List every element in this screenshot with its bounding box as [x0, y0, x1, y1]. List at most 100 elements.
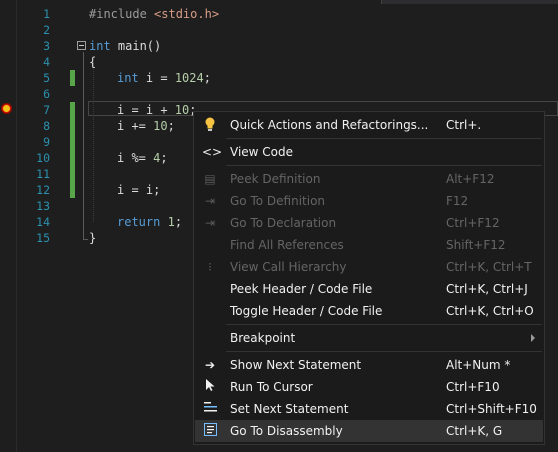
code-text: i %=	[117, 151, 154, 165]
cursor-icon	[202, 379, 218, 395]
menu-item-label: Show Next Statement	[230, 358, 362, 372]
menu-item-shortcut: Ctrl+.	[446, 118, 482, 132]
go-to-definition-icon: ⇥	[204, 194, 216, 208]
menu-item-show-next-statement[interactable]: ➔ Show Next Statement Alt+Num *	[195, 354, 543, 376]
menu-item-breakpoint[interactable]: Breakpoint	[195, 327, 543, 349]
menu-item-shortcut: Ctrl+F12	[446, 216, 500, 230]
menu-item-label: View Call Hierarchy	[230, 260, 347, 274]
line-number: 10	[36, 151, 50, 165]
code-text: ;	[167, 119, 175, 133]
menu-item-run-to-cursor[interactable]: Run To Cursor Ctrl+F10	[195, 376, 543, 398]
code-line-12[interactable]: i = i;	[117, 182, 160, 198]
menu-item-label: Run To Cursor	[230, 380, 313, 394]
line-number: 14	[36, 215, 50, 229]
number-literal: 1024	[174, 71, 204, 85]
code-text: ;	[203, 71, 211, 85]
code-line-1[interactable]: #include <stdio.h>	[89, 6, 219, 22]
include-path: <stdio.h>	[146, 7, 220, 21]
code-line-14[interactable]: return 1;	[117, 214, 182, 230]
menu-item-go-to-definition[interactable]: ⇥ Go To Definition F12	[195, 190, 543, 212]
change-indicator	[70, 70, 75, 86]
menu-item-shortcut: Ctrl+K, Ctrl+O	[446, 304, 534, 318]
editor-tab-fragment[interactable]	[381, 0, 558, 4]
code-text: }	[89, 231, 97, 245]
menu-item-label: Peek Header / Code File	[230, 282, 373, 296]
keyword: return	[117, 215, 161, 229]
menu-item-label: Find All References	[230, 238, 344, 252]
code-line-3[interactable]: int main()	[89, 38, 161, 54]
menu-item-label: Go To Declaration	[230, 216, 337, 230]
code-line-4[interactable]: {	[89, 54, 96, 70]
menu-item-shortcut: Ctrl+Shift+F10	[446, 402, 537, 416]
menu-item-find-all-references[interactable]: Find All References Shift+F12	[195, 234, 543, 256]
line-number: 8	[43, 119, 50, 133]
menu-item-label: Quick Actions and Refactorings...	[230, 118, 429, 132]
menu-item-quick-actions[interactable]: Quick Actions and Refactorings... Ctrl+.	[195, 114, 543, 136]
code-line-8[interactable]: i += 10;	[117, 118, 175, 134]
submenu-arrow-icon	[531, 334, 535, 342]
change-indicator	[70, 102, 75, 198]
breakpoint-icon[interactable]	[1, 103, 12, 114]
line-number: 13	[36, 199, 50, 213]
menu-item-label: Set Next Statement	[230, 402, 349, 416]
menu-item-shortcut: F12	[446, 194, 469, 208]
menu-separator	[226, 165, 542, 166]
menu-item-toggle-header-code-file[interactable]: Toggle Header / Code File Ctrl+K, Ctrl+O	[195, 300, 543, 322]
line-number: 7	[43, 103, 50, 117]
peek-definition-icon: ▤	[204, 172, 216, 186]
number-literal: 10	[153, 119, 168, 133]
code-line-7[interactable]: i = i + 10;	[117, 102, 196, 118]
code-text: i = i +	[117, 103, 175, 117]
menu-item-shortcut: Ctrl+K, Ctrl+J	[446, 282, 528, 296]
current-statement-arrow-icon	[3, 105, 10, 112]
menu-item-shortcut: Shift+F12	[446, 238, 506, 252]
code-text: ;	[160, 151, 168, 165]
line-number: 2	[43, 23, 50, 37]
lightbulb-icon	[202, 117, 218, 133]
arrow-right-icon: ➔	[204, 358, 216, 372]
menu-item-set-next-statement[interactable]: Set Next Statement Ctrl+Shift+F10	[195, 398, 543, 420]
menu-item-shortcut: Ctrl+F10	[446, 380, 500, 394]
menu-item-label: Toggle Header / Code File	[230, 304, 383, 318]
line-number: 11	[36, 167, 50, 181]
keyword: int	[117, 71, 139, 85]
fold-region-line	[83, 52, 84, 240]
call-hierarchy-icon: ⁝	[208, 260, 212, 274]
line-number: 3	[43, 39, 50, 53]
top-tab-strip	[0, 0, 558, 4]
menu-item-go-to-disassembly[interactable]: Go To Disassembly Ctrl+K, G	[195, 420, 543, 442]
menu-item-label: Go To Definition	[230, 194, 326, 208]
menu-item-shortcut: Ctrl+K, G	[446, 424, 503, 438]
code-line-5[interactable]: int i = 1024;	[117, 70, 211, 86]
disassembly-icon	[202, 423, 218, 439]
fold-region-end	[83, 239, 88, 240]
menu-separator	[226, 324, 542, 325]
preprocessor-directive: #include	[89, 7, 147, 21]
code-line-10[interactable]: i %= 4;	[117, 150, 168, 166]
line-number: 1	[43, 7, 50, 21]
indent-guide	[93, 62, 94, 222]
code-text: i =	[138, 71, 175, 85]
menu-item-label: Breakpoint	[230, 331, 296, 345]
go-to-declaration-icon: ⇥	[204, 216, 216, 230]
code-text: {	[89, 55, 97, 69]
menu-item-peek-definition[interactable]: ▤ Peek Definition Alt+F12	[195, 168, 543, 190]
menu-item-view-code[interactable]: <> View Code	[195, 141, 543, 163]
menu-item-view-call-hierarchy[interactable]: ⁝ View Call Hierarchy Ctrl+K, Ctrl+T	[195, 256, 543, 278]
menu-item-peek-header-code-file[interactable]: Peek Header / Code File Ctrl+K, Ctrl+J	[195, 278, 543, 300]
menu-item-go-to-declaration[interactable]: ⇥ Go To Declaration Ctrl+F12	[195, 212, 543, 234]
context-menu: Quick Actions and Refactorings... Ctrl+.…	[193, 111, 545, 445]
menu-item-shortcut: Alt+F12	[446, 172, 495, 186]
line-number: 12	[36, 183, 50, 197]
line-number: 9	[43, 135, 50, 149]
set-next-statement-icon	[202, 401, 218, 417]
collapse-toggle-icon[interactable]	[77, 41, 86, 50]
keyword: int	[89, 39, 111, 53]
menu-item-shortcut: Ctrl+K, Ctrl+T	[446, 260, 532, 274]
code-text: ;	[174, 215, 183, 229]
line-number: 4	[43, 55, 50, 69]
code-line-15[interactable]: }	[89, 230, 96, 246]
breakpoint-gutter[interactable]	[0, 0, 17, 452]
menu-item-label: Go To Disassembly	[230, 424, 343, 438]
